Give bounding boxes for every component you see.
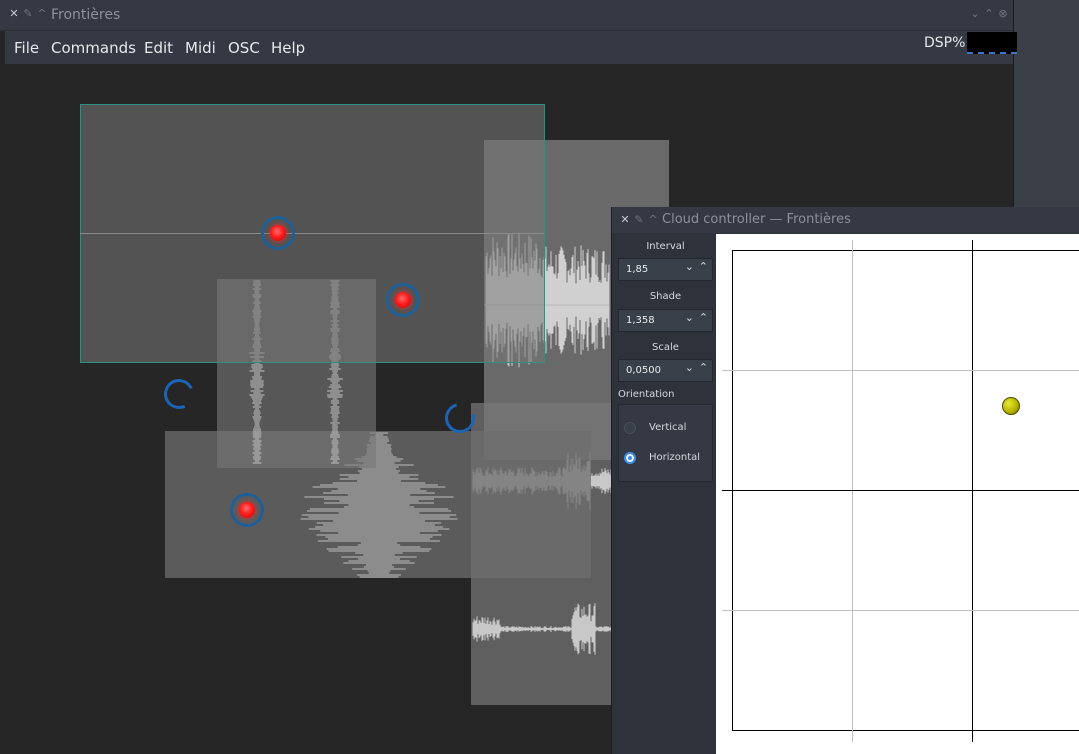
- dsp-meter: [967, 32, 1017, 54]
- scale-spinbox[interactable]: 0,0500 ⌄ ⌃: [618, 359, 713, 382]
- pin-icon[interactable]: ✎: [632, 213, 646, 227]
- window-close-icon[interactable]: ⊗: [996, 7, 1010, 21]
- orientation-label: Orientation: [618, 389, 675, 400]
- menu-osc[interactable]: OSC: [228, 39, 260, 57]
- maximize-icon[interactable]: ⌃: [982, 7, 996, 21]
- dsp-label: DSP%: [924, 35, 966, 51]
- chevron-up-icon[interactable]: ⌃: [699, 311, 708, 324]
- cloud-node[interactable]: [261, 216, 295, 250]
- chevron-down-icon[interactable]: ⌄: [685, 260, 694, 273]
- vertical-radio-label[interactable]: Vertical: [649, 422, 686, 433]
- chevron-up-icon[interactable]: ⌃: [699, 361, 708, 374]
- selection-center-line: [80, 233, 544, 234]
- grid-line-vertical: [852, 240, 853, 742]
- pin-icon[interactable]: ✎: [21, 7, 35, 21]
- grid-line-horizontal: [722, 610, 1079, 611]
- horizontal-radio-label[interactable]: Horizontal: [649, 452, 700, 463]
- chevron-down-icon[interactable]: ⌄: [685, 361, 694, 374]
- chevron-down-icon[interactable]: ⌄: [685, 311, 694, 324]
- menu-edit[interactable]: Edit: [144, 39, 173, 57]
- menu-commands[interactable]: Commands: [51, 39, 136, 57]
- close-icon[interactable]: ✕: [618, 213, 632, 227]
- inactive-cloud-ring[interactable]: [159, 374, 199, 414]
- shade-label: Shade: [649, 291, 682, 302]
- close-icon[interactable]: ✕: [7, 7, 21, 21]
- minimize-icon[interactable]: ⌄: [968, 7, 982, 21]
- menu-file[interactable]: File: [14, 39, 39, 57]
- vertical-radio[interactable]: [624, 422, 636, 434]
- keep-above-icon[interactable]: ^: [35, 7, 49, 21]
- scale-value: 0,0500: [626, 365, 661, 376]
- cloud-node[interactable]: [386, 283, 420, 317]
- cloud-controller-window: ✕ ✎ ^ Cloud controller — Frontières Inte…: [611, 207, 1079, 754]
- horizontal-radio[interactable]: [624, 452, 636, 464]
- grid-line-horizontal: [722, 370, 1079, 371]
- chevron-up-icon[interactable]: ⌃: [699, 260, 708, 273]
- menu-help[interactable]: Help: [271, 39, 305, 57]
- cc-window-title: Cloud controller — Frontières: [662, 212, 851, 227]
- cloud-node[interactable]: [230, 493, 264, 527]
- scale-label: Scale: [652, 342, 679, 353]
- pad-border-bottom: [732, 730, 1079, 731]
- shade-value: 1,358: [626, 315, 655, 326]
- cc-settings-panel: Interval 1,85 ⌄ ⌃ Shade 1,358 ⌄ ⌃ Scale …: [616, 233, 715, 748]
- interval-spinbox[interactable]: 1,85 ⌄ ⌃: [618, 258, 713, 281]
- grid-line-horizontal-center: [722, 490, 1079, 491]
- menu-midi[interactable]: Midi: [185, 39, 216, 57]
- interval-label: Interval: [646, 241, 685, 252]
- xy-puck[interactable]: [1002, 397, 1020, 415]
- orientation-group: Vertical Horizontal: [618, 404, 713, 482]
- pad-border-top: [732, 250, 1079, 251]
- menu-bar: File Commands Edit Midi OSC Help DSP%: [5, 31, 1017, 64]
- shade-spinbox[interactable]: 1,358 ⌄ ⌃: [618, 309, 713, 332]
- interval-value: 1,85: [626, 264, 649, 275]
- window-title: Frontières: [51, 7, 121, 23]
- main-titlebar[interactable]: ✕ ✎ ^ Frontières ⌄ ⌃ ⊗: [0, 0, 1013, 31]
- grid-line-vertical-center: [972, 240, 973, 742]
- xy-pad[interactable]: [716, 234, 1079, 754]
- cc-titlebar[interactable]: ✕ ✎ ^ Cloud controller — Frontières: [612, 207, 1079, 233]
- keep-above-icon[interactable]: ^: [646, 213, 660, 227]
